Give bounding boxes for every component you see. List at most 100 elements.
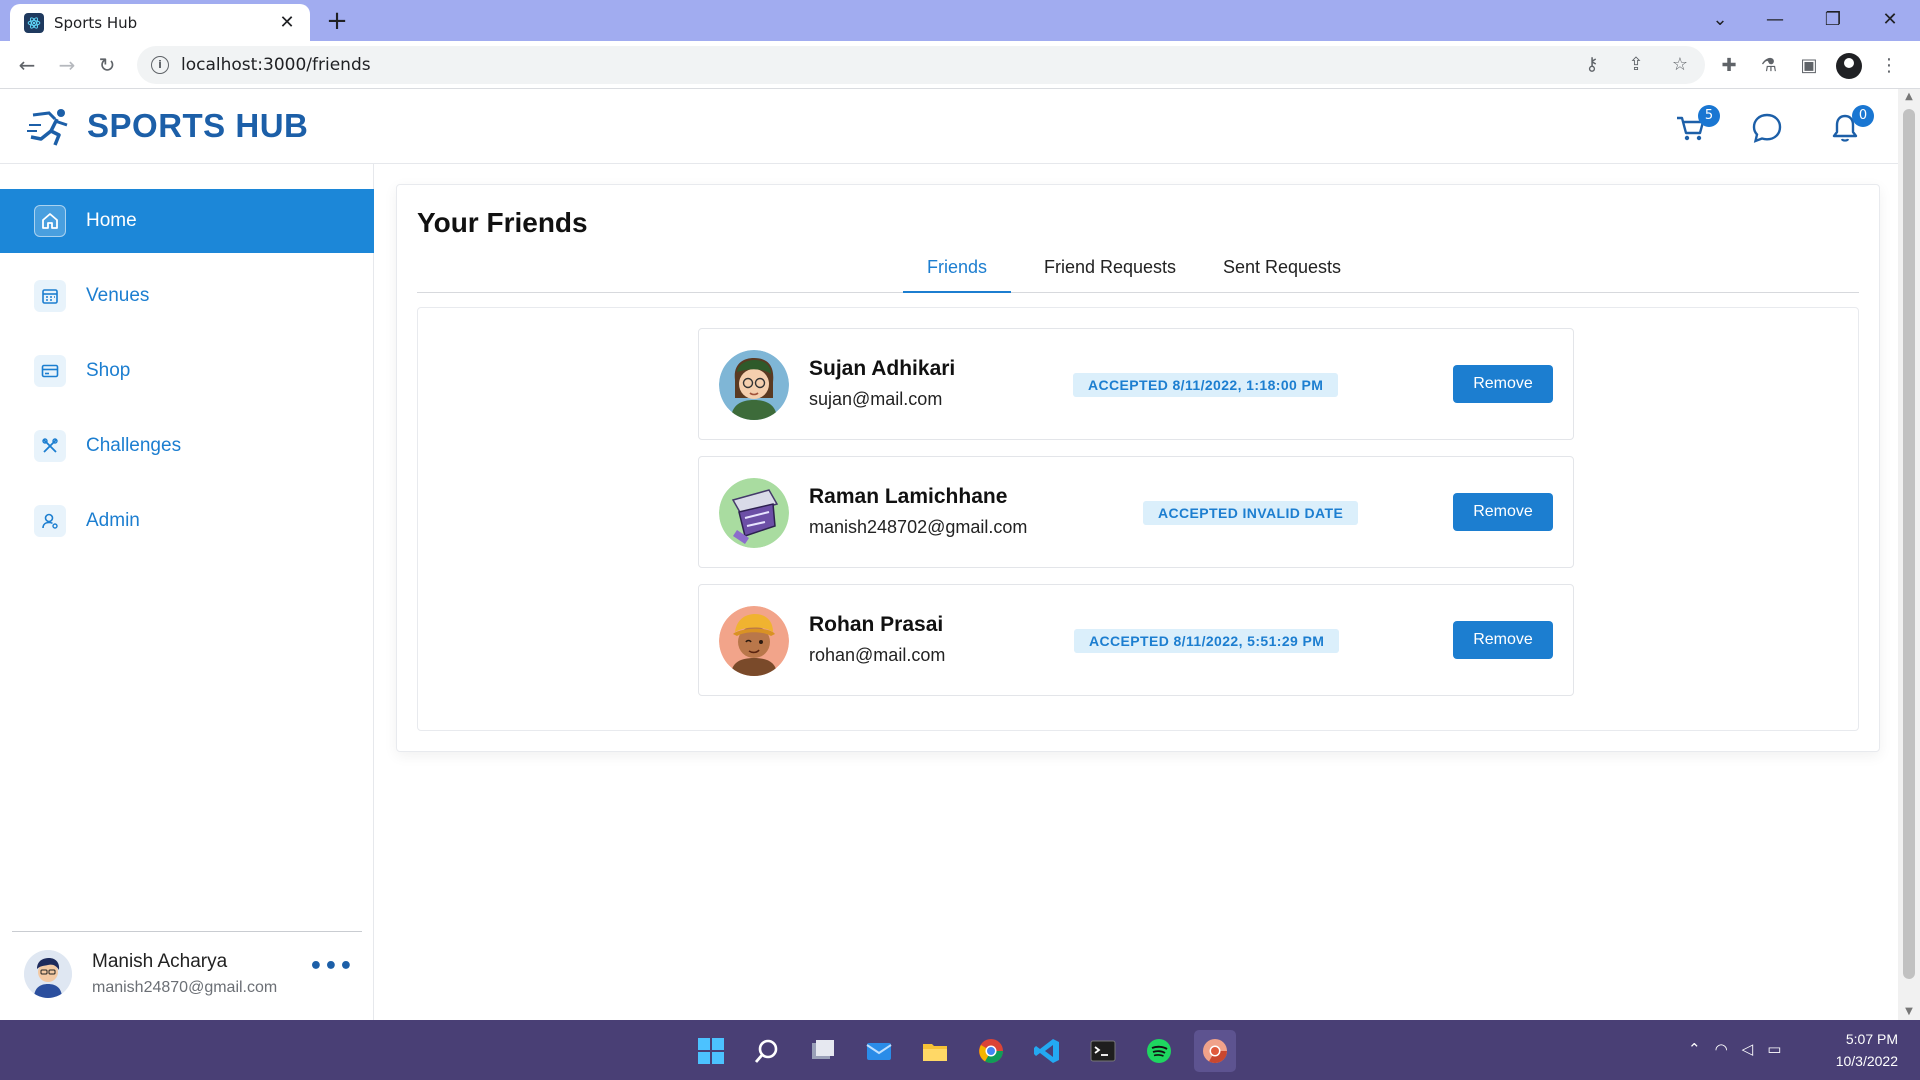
sidebar-item-home[interactable]: Home (0, 189, 374, 253)
tab-title: Sports Hub (54, 13, 138, 32)
url-text[interactable]: localhost:3000/friends (181, 55, 371, 75)
sidebar-item-admin[interactable]: Admin (0, 489, 374, 553)
browser-menu-icon[interactable]: ⋮ (1876, 53, 1902, 79)
avatar (719, 350, 789, 420)
avatar (719, 606, 789, 676)
windows-start-icon[interactable] (690, 1030, 732, 1072)
minimize-button[interactable]: — (1755, 6, 1795, 34)
scroll-up-icon[interactable]: ▲ (1898, 89, 1920, 105)
search-icon[interactable] (746, 1030, 788, 1072)
challenge-icon (34, 430, 66, 462)
sidebar-item-label: Home (86, 210, 137, 231)
clock-date: 10/3/2022 (1835, 1053, 1898, 1069)
mail-icon[interactable] (858, 1030, 900, 1072)
friend-email: manish248702@gmail.com (809, 517, 1028, 537)
remove-friend-button[interactable]: Remove (1453, 365, 1553, 403)
friends-list: Sujan Adhikari sujan@mail.com ACCEPTED 8… (417, 307, 1859, 731)
vscode-icon[interactable] (1026, 1030, 1068, 1072)
friend-email: rohan@mail.com (809, 645, 946, 665)
windows-taskbar: ⌃ ◠ ◁ ▭ 5:07 PM 10/3/2022 (0, 1020, 1920, 1080)
back-icon[interactable]: ← (12, 50, 42, 80)
app-header: SPORTS HUB 5 0 (0, 89, 1898, 164)
chat-bubble-icon (1752, 113, 1782, 143)
spotify-icon[interactable] (1138, 1030, 1180, 1072)
tab-friends[interactable]: Friends (903, 257, 1011, 293)
logo-text: SPORTS HUB (87, 107, 309, 144)
sidebar-item-shop[interactable]: Shop (0, 339, 374, 403)
reload-icon[interactable]: ↻ (92, 50, 122, 80)
tab-friend-requests[interactable]: Friend Requests (1027, 257, 1193, 293)
react-favicon-icon (24, 12, 44, 33)
list-item: Sujan Adhikari sujan@mail.com ACCEPTED 8… (698, 328, 1574, 440)
friends-card: Your Friends Friends Friend Requests Sen… (396, 184, 1880, 752)
sidebar: Home Venues Shop Challenges Admin Manish… (0, 164, 374, 1020)
notification-count-badge: 0 (1852, 105, 1874, 127)
sidebar-divider (12, 931, 362, 932)
side-panel-icon[interactable]: ▣ (1796, 53, 1822, 79)
task-view-icon[interactable] (802, 1030, 844, 1072)
extensions-puzzle-icon[interactable]: ✚ (1716, 53, 1742, 79)
file-explorer-icon[interactable] (914, 1030, 956, 1072)
cart-button[interactable]: 5 (1674, 105, 1720, 145)
volume-icon[interactable]: ◁ (1742, 1040, 1754, 1058)
list-item: Raman Lamichhane manish248702@gmail.com … (698, 456, 1574, 568)
sidebar-item-label: Venues (86, 285, 150, 306)
user-profile-card[interactable]: Manish Acharya manish24870@gmail.com ••• (24, 944, 364, 1004)
taskbar-clock[interactable]: 5:07 PM 10/3/2022 (1836, 1028, 1898, 1072)
runner-logo-icon (27, 109, 68, 146)
messages-button[interactable] (1750, 111, 1784, 145)
share-icon[interactable]: ⇪ (1625, 54, 1647, 76)
restore-button[interactable]: ❐ (1813, 6, 1853, 34)
remove-friend-button[interactable]: Remove (1453, 493, 1553, 531)
battery-icon[interactable]: ▭ (1767, 1040, 1781, 1058)
browser-tabstrip: Sports Hub ✕ + ⌄ — ❐ ✕ (0, 0, 1920, 41)
new-tab-button[interactable]: + (322, 6, 352, 36)
card-icon (34, 355, 66, 387)
sidebar-item-label: Admin (86, 510, 140, 531)
profile-avatar-icon[interactable] (1836, 53, 1862, 79)
status-badge: ACCEPTED 8/11/2022, 5:51:29 PM (1074, 629, 1340, 653)
notifications-button[interactable]: 0 (1828, 105, 1874, 145)
sports-hub-logo[interactable]: SPORTS HUB (27, 105, 308, 147)
friend-email: sujan@mail.com (809, 389, 943, 409)
chrome-dev-icon[interactable] (1194, 1030, 1236, 1072)
sidebar-item-challenges[interactable]: Challenges (0, 414, 374, 478)
browser-tab[interactable]: Sports Hub ✕ (10, 4, 310, 41)
tab-close-icon[interactable]: ✕ (276, 12, 298, 33)
remove-friend-button[interactable]: Remove (1453, 621, 1553, 659)
close-window-button[interactable]: ✕ (1870, 6, 1910, 34)
status-badge: ACCEPTED 8/11/2022, 1:18:00 PM (1073, 373, 1339, 397)
chevron-up-icon[interactable]: ⌃ (1688, 1040, 1701, 1058)
terminal-icon[interactable] (1082, 1030, 1124, 1072)
more-options-icon[interactable]: ••• (309, 954, 354, 979)
sidebar-item-venues[interactable]: Venues (0, 264, 374, 328)
cart-count-badge: 5 (1698, 105, 1720, 127)
page-scrollbar[interactable]: ▲ ▼ (1898, 89, 1920, 1020)
wifi-icon[interactable]: ◠ (1715, 1040, 1728, 1058)
scroll-down-icon[interactable]: ▼ (1898, 1004, 1920, 1020)
status-badge: ACCEPTED INVALID DATE (1143, 501, 1359, 525)
forward-icon[interactable]: → (52, 50, 82, 80)
system-tray: ⌃ ◠ ◁ ▭ (1688, 1040, 1781, 1058)
sidebar-item-label: Challenges (86, 435, 182, 456)
user-email: manish24870@gmail.com (92, 979, 278, 996)
page-title: Your Friends (417, 207, 588, 238)
bookmark-star-icon[interactable]: ☆ (1669, 54, 1691, 76)
clock-time: 5:07 PM (1845, 1031, 1898, 1047)
friend-name: Sujan Adhikari (809, 357, 956, 380)
chrome-icon[interactable] (970, 1030, 1012, 1072)
home-icon (34, 205, 66, 237)
friend-name: Rohan Prasai (809, 613, 944, 636)
calendar-icon (34, 280, 66, 312)
lab-flask-icon[interactable]: ⚗ (1756, 53, 1782, 79)
site-info-icon[interactable]: i (151, 56, 169, 74)
key-icon[interactable]: ⚷ (1581, 54, 1603, 76)
tab-search-icon[interactable]: ⌄ (1700, 6, 1740, 34)
scroll-thumb[interactable] (1903, 109, 1915, 979)
browser-toolbar: ← → ↻ i localhost:3000/friends ⚷ ⇪ ☆ ✚ ⚗… (0, 41, 1920, 89)
user-name: Manish Acharya (92, 951, 228, 972)
sidebar-item-label: Shop (86, 360, 131, 381)
address-bar[interactable]: i localhost:3000/friends ⚷ ⇪ ☆ (137, 46, 1705, 84)
tab-sent-requests[interactable]: Sent Requests (1207, 257, 1357, 293)
avatar (24, 950, 72, 998)
